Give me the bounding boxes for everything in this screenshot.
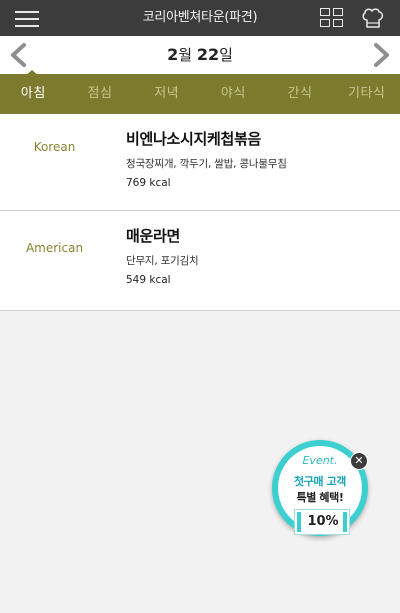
- calories: 549 kcal: [126, 274, 171, 286]
- day-unit: 일: [219, 46, 233, 64]
- cuisine-label: Korean: [33, 140, 76, 154]
- tab-late-night[interactable]: 야식: [200, 74, 267, 114]
- tab-other[interactable]: 기타식: [333, 74, 400, 114]
- side-dishes: 청국장찌개, 깍두기, 쌀밥, 콩나물무침: [126, 158, 287, 170]
- chef-hat-icon[interactable]: [360, 5, 386, 31]
- top-bar: 코리아벤쳐타운(파견): [0, 0, 400, 36]
- date-bar: 2월 22일: [0, 36, 400, 74]
- cuisine-label: American: [25, 241, 84, 255]
- page-title: 코리아벤쳐타운(파견): [142, 10, 258, 25]
- side-dishes: 단무지, 포기김치: [126, 255, 199, 267]
- tab-snack[interactable]: 간식: [267, 74, 334, 114]
- dish-name: 매운라면: [126, 227, 181, 245]
- day-value: 22: [196, 45, 220, 64]
- coupon-icon: 10%: [294, 509, 350, 535]
- previous-day-arrow-icon[interactable]: [4, 40, 34, 70]
- meal-tabs: 아침 점심 저녁 야식 간식 기타식: [0, 74, 400, 114]
- event-banner[interactable]: Event. 첫구매 고객 특별 혜택! 10% ✕: [272, 440, 368, 536]
- tab-breakfast[interactable]: 아침: [0, 74, 67, 114]
- tab-lunch[interactable]: 점심: [67, 74, 134, 114]
- grid-view-icon[interactable]: [320, 8, 344, 28]
- meal-item[interactable]: American 매운라면 단무지, 포기김치 549 kcal: [0, 211, 400, 311]
- event-headline: 첫구매 고객: [293, 475, 347, 488]
- tab-dinner[interactable]: 저녁: [133, 74, 200, 114]
- hamburger-menu-icon[interactable]: [15, 9, 41, 27]
- next-day-arrow-icon[interactable]: [366, 40, 396, 70]
- dish-name: 비엔나소시지케첩볶음: [126, 130, 262, 148]
- calories: 769 kcal: [126, 177, 171, 189]
- event-subline: 특별 혜택!: [296, 491, 344, 504]
- current-date: 2월 22일: [120, 36, 280, 74]
- meal-list: Korean 비엔나소시지케첩볶음 청국장찌개, 깍두기, 쌀밥, 콩나물무침 …: [0, 114, 400, 311]
- meal-item[interactable]: Korean 비엔나소시지케첩볶음 청국장찌개, 깍두기, 쌀밥, 콩나물무침 …: [0, 114, 400, 211]
- close-icon[interactable]: ✕: [350, 452, 368, 470]
- discount-percent: 10%: [307, 514, 339, 529]
- month-unit: 월: [178, 46, 193, 64]
- month-value: 2: [167, 45, 179, 64]
